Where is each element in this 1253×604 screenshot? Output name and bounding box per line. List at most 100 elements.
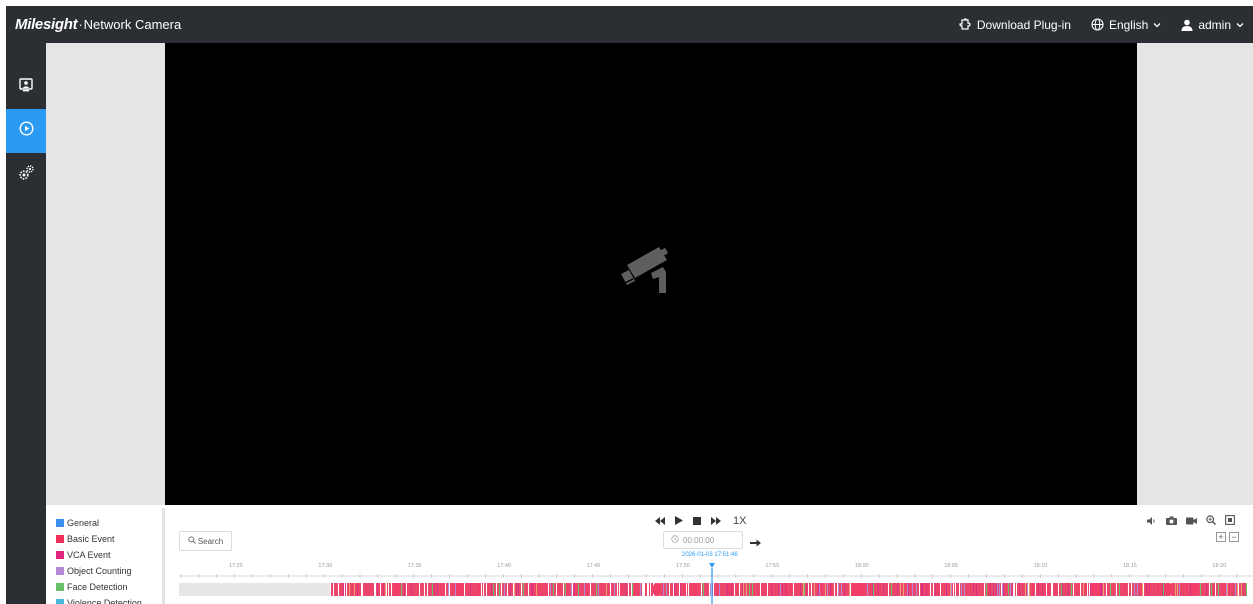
timeline-event-mark [1125, 583, 1126, 596]
timeline-event-mark [691, 583, 692, 596]
timeline-event-mark [1151, 583, 1152, 596]
timeline-cursor-handle [709, 563, 715, 568]
timeline-event-mark [894, 583, 895, 596]
user-menu[interactable]: admin [1181, 18, 1244, 32]
timeline-event-mark [952, 583, 953, 596]
timeline-event-mark [791, 583, 792, 596]
timeline-event-mark [407, 583, 408, 596]
timeline-event-mark [535, 583, 536, 596]
timeline-event-mark [1162, 583, 1163, 596]
timeline-event-mark [1106, 583, 1107, 596]
volume-button[interactable] [1147, 512, 1157, 530]
timeline-event-mark [429, 583, 430, 596]
timeline-event-mark [518, 583, 519, 596]
timeline-event-mark [964, 583, 965, 596]
timeline-event-mark [560, 583, 561, 596]
sidebar-item-playback[interactable] [6, 109, 46, 153]
rewind-button[interactable] [655, 512, 665, 530]
timeline-event-mark [822, 583, 823, 596]
timeline-event-mark [406, 583, 407, 596]
timeline-event-mark [612, 583, 613, 596]
timeline-event-mark [916, 583, 917, 596]
timeline-event-mark [1073, 583, 1074, 596]
timeline-empty-track [179, 583, 330, 596]
timeline-event-mark [540, 583, 541, 596]
digital-zoom-button[interactable] [1206, 512, 1216, 530]
timeline-event-mark [1077, 583, 1078, 596]
timeline-event-mark [1209, 583, 1210, 596]
timeline-event-mark [739, 583, 740, 596]
timeline-event-mark [686, 583, 687, 596]
timeline-event-dot [1191, 583, 1199, 596]
timeline-event-mark [361, 583, 362, 596]
camera-snapshot-icon [1166, 512, 1177, 530]
timeline-event-mark [598, 583, 599, 596]
user-icon [1181, 19, 1193, 31]
timeline-event-mark [1001, 583, 1002, 596]
timeline-event-mark [768, 583, 769, 596]
timeline-event-mark [1046, 583, 1047, 596]
timeline-tick-label: 18:20 [1212, 563, 1227, 569]
timeline-event-mark [1238, 583, 1239, 596]
live-view-icon [19, 77, 33, 97]
timeline-event-mark [967, 583, 968, 596]
timeline-event-mark [1032, 583, 1033, 596]
timeline-event-mark [332, 583, 333, 596]
timeline-event-mark [450, 583, 451, 596]
timeline-event-mark [483, 583, 484, 596]
timeline-event-mark [921, 583, 922, 596]
timeline-event-mark [897, 583, 898, 596]
timeline-event-mark [1074, 583, 1075, 596]
timeline-event-mark [504, 583, 505, 596]
fullscreen-button[interactable] [1225, 512, 1235, 530]
download-plugin-link[interactable]: Download Plug-in [958, 18, 1071, 32]
timeline-event-mark [1214, 583, 1215, 596]
playback-speed[interactable]: 1X [733, 515, 746, 527]
language-label: English [1108, 17, 1149, 32]
time-input[interactable] [683, 535, 728, 545]
record-clip-button[interactable] [1186, 512, 1197, 530]
fast-forward-button[interactable] [711, 512, 721, 530]
timeline-event-mark [333, 583, 334, 596]
stop-button[interactable] [693, 512, 701, 530]
timeline-event-mark [1037, 583, 1038, 596]
timeline-event-dot [456, 583, 464, 596]
timeline-event-mark [330, 583, 331, 596]
timeline-event-mark [479, 583, 480, 596]
legend-item: Violence Detection [46, 595, 165, 604]
timeline-zoom-out-button[interactable]: − [1229, 532, 1239, 542]
timeline-tick-label: 17:55 [765, 563, 780, 569]
no-video-camera-icon [621, 243, 677, 300]
timeline-event-mark [743, 583, 744, 596]
legend-label: Face Detection [67, 582, 128, 592]
play-button[interactable] [675, 512, 683, 530]
timeline-event-mark [680, 583, 681, 596]
timeline-event-mark [888, 583, 889, 596]
globe-icon [1091, 18, 1104, 31]
timeline-event-mark [790, 583, 791, 596]
sidebar-item-settings[interactable] [6, 153, 46, 197]
timeline-event-mark [340, 583, 341, 596]
video-player[interactable] [165, 43, 1137, 505]
timeline-event-mark [1131, 583, 1132, 596]
timeline-tick-label: 17:30 [318, 563, 333, 569]
timeline-event-mark [380, 583, 381, 596]
timeline-event-mark [760, 583, 761, 596]
search-button[interactable]: Search [179, 531, 232, 551]
timeline-event-mark [1062, 583, 1063, 596]
timeline-event-mark [955, 583, 956, 596]
timeline-event-mark [1177, 583, 1178, 596]
legend-item: Face Detection [46, 579, 165, 595]
timeline-zoom-in-button[interactable]: + [1216, 532, 1226, 542]
timeline-event-mark [782, 583, 783, 596]
timeline-event-mark [878, 583, 879, 596]
timeline-event-mark [990, 583, 991, 596]
jump-to-time-button[interactable] [750, 534, 761, 552]
language-selector[interactable]: English [1091, 18, 1161, 32]
snapshot-button[interactable] [1166, 512, 1177, 530]
timeline-event-mark [452, 583, 453, 596]
timeline-event-mark [538, 583, 539, 596]
sidebar-item-live-view[interactable] [6, 65, 46, 109]
timeline-event-mark [354, 583, 355, 596]
time-jump-field[interactable] [663, 531, 743, 549]
